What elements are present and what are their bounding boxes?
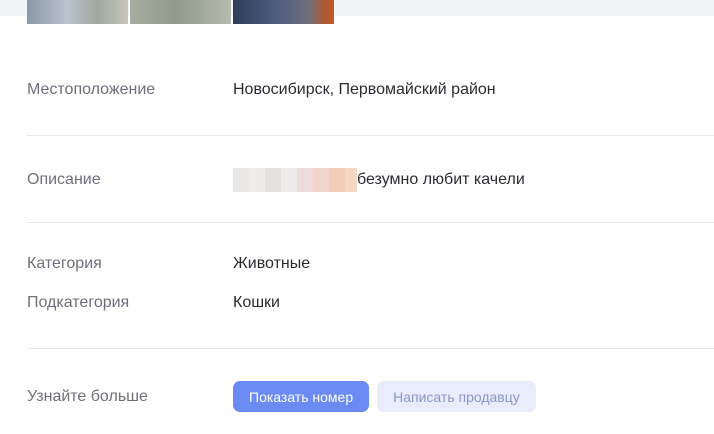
redacted-text-blur — [233, 168, 357, 192]
subcategory-label: Подкатегория — [27, 294, 130, 311]
divider — [27, 135, 714, 136]
subcategory-value: Кошки — [233, 294, 280, 311]
listing-details-card: Местоположение Новосибирск, Первомайский… — [0, 0, 714, 434]
divider — [27, 222, 714, 223]
location-label: Местоположение — [27, 81, 156, 98]
subcategory-row: Подкатегория Кошки — [27, 294, 714, 312]
photo-thumbnails — [27, 0, 334, 24]
photo-thumbnail[interactable] — [27, 0, 128, 24]
description-label: Описание — [27, 171, 101, 188]
category-row: Категория Животные — [27, 255, 714, 273]
show-number-button[interactable]: Показать номер — [233, 381, 370, 412]
learn-more-label: Узнайте больше — [27, 387, 148, 405]
photo-thumbnail[interactable] — [233, 0, 334, 24]
location-value: Новосибирск, Первомайский район — [233, 81, 496, 98]
category-label: Категория — [27, 255, 102, 272]
learn-more-row: Узнайте больше Показать номер Написать п… — [27, 381, 714, 412]
divider — [27, 348, 714, 349]
description-row: Описание безумно любит качели — [27, 168, 714, 192]
description-value: безумно любит качели — [357, 171, 525, 188]
description-value-wrap: безумно любит качели — [233, 168, 525, 192]
write-seller-button[interactable]: Написать продавцу — [377, 381, 536, 412]
category-value: Животные — [233, 255, 311, 272]
photo-thumbnail[interactable] — [130, 0, 231, 24]
location-row: Местоположение Новосибирск, Первомайский… — [27, 81, 714, 99]
